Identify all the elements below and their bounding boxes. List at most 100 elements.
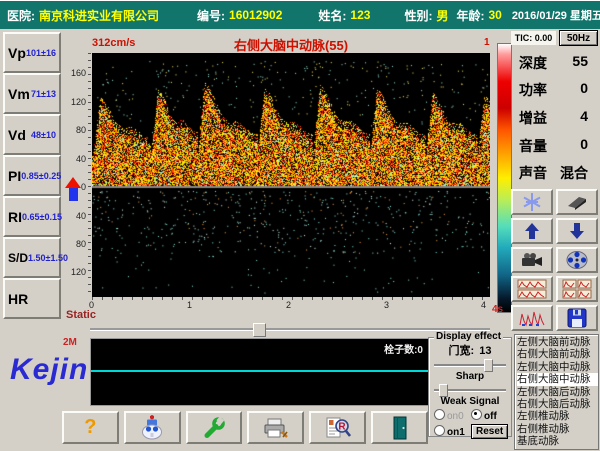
gate-width-label: 门宽:	[449, 345, 475, 357]
display-effect-panel: Display effect 门宽:13 Sharp Weak Signal o…	[428, 337, 512, 437]
brand-logo: Kejin	[10, 353, 88, 387]
radio-on0[interactable]: on0	[434, 409, 471, 422]
probe-icon	[566, 194, 588, 210]
time-scrollbar[interactable]	[90, 323, 490, 335]
radio-off-circle[interactable]	[471, 409, 482, 420]
print-button[interactable]	[247, 411, 304, 444]
exit-button[interactable]	[371, 411, 428, 444]
vm-value: 71±13	[31, 89, 56, 99]
baseline-marker[interactable]	[65, 177, 81, 203]
freeze-snowflake-icon	[522, 192, 542, 212]
freeze-button[interactable]	[511, 189, 553, 215]
pi-value: 0.85±0.25	[21, 171, 61, 181]
artery-item[interactable]: 右侧椎动脉	[517, 423, 598, 435]
hospital-value: 南京科进实业有限公司	[39, 7, 159, 24]
radio-off[interactable]: off	[471, 409, 508, 422]
arrow-up-icon	[524, 222, 540, 240]
artery-item[interactable]: 左侧大脑中动脉	[517, 361, 598, 373]
frequency-button[interactable]: 50Hz	[559, 30, 598, 46]
vd-label: Vd	[8, 127, 26, 143]
svg-text:R: R	[339, 421, 347, 432]
spectrum-wave-icon	[519, 309, 545, 327]
control-button-grid	[511, 189, 599, 331]
radio-on1-circle[interactable]	[434, 425, 445, 436]
volume-label: 音量	[519, 136, 547, 156]
reset-button[interactable]: Reset	[471, 424, 508, 439]
y-axis-tickmarks	[88, 53, 91, 297]
record-button[interactable]	[511, 247, 553, 273]
gender-value: 男	[436, 7, 448, 24]
param-box-sd: S/D 1.50±1.50	[3, 237, 61, 278]
y-tick: 120	[60, 97, 86, 107]
param-box-hr: HR	[3, 278, 61, 319]
mmode-trace-line	[91, 370, 428, 372]
radio-on1[interactable]: on1	[434, 425, 471, 438]
arrow-down-icon	[569, 222, 585, 240]
quad-trace-button[interactable]	[556, 276, 598, 302]
y-tick: 40	[60, 211, 86, 221]
x-tick: 1	[187, 300, 192, 310]
patient-info-button[interactable]	[124, 411, 181, 444]
spectrum-display-button[interactable]	[511, 305, 553, 331]
print-icon	[262, 416, 290, 440]
slider-thumb[interactable]	[439, 384, 448, 397]
sharp-label: Sharp	[429, 371, 511, 383]
artery-item-selected[interactable]: 右侧大脑中动脉	[517, 373, 598, 385]
scrollbar-thumb[interactable]	[253, 323, 266, 337]
static-mode-label: Static	[66, 309, 96, 321]
patient-name-label: 姓名:	[318, 7, 346, 24]
artery-item[interactable]: 左侧椎动脉	[517, 410, 598, 422]
spectrum-panel	[92, 53, 490, 297]
bottom-toolbar: ? R	[62, 411, 428, 444]
camera-icon	[520, 252, 544, 268]
sd-value: 1.50±1.50	[28, 253, 68, 263]
gender-label: 性别:	[404, 7, 432, 24]
vd-value: 48±10	[31, 130, 56, 140]
gain-label: 增益	[519, 108, 547, 128]
depth-up-button[interactable]	[511, 218, 553, 244]
y-tick: 40	[60, 154, 86, 164]
y-tick: 80	[60, 239, 86, 249]
save-button[interactable]	[556, 305, 598, 331]
radio-on0-circle[interactable]	[434, 409, 445, 420]
baseline-handle	[69, 188, 78, 201]
setup-wrench-icon	[202, 416, 226, 440]
artery-item[interactable]: 左侧大脑后动脉	[517, 386, 598, 398]
help-button[interactable]: ?	[62, 411, 119, 444]
hospital-label: 医院:	[7, 7, 35, 24]
x-tick: 3	[384, 300, 389, 310]
mmode-label: 2M	[63, 337, 77, 348]
film-reel-icon	[566, 250, 588, 270]
sharp-slider[interactable]	[434, 384, 506, 395]
depth-label: 深度	[519, 53, 547, 73]
vp-label: Vp	[8, 45, 26, 61]
sd-label: S/D	[8, 251, 28, 265]
scrollbar-track[interactable]	[90, 328, 490, 330]
patient-id-label: 编号:	[197, 7, 225, 24]
slider-track[interactable]	[434, 364, 506, 366]
param-box-vd: Vd 48±10	[3, 114, 61, 155]
report-button[interactable]: R	[309, 411, 366, 444]
age-value: 30	[488, 8, 501, 22]
probe-button[interactable]	[556, 189, 598, 215]
patient-name-value: 123	[350, 8, 370, 22]
quad-trace-icon	[562, 279, 592, 299]
gate-width-slider[interactable]	[434, 359, 506, 370]
header-bar: 医院: 南京科进实业有限公司 编号: 16012902 姓名: 123 性别: …	[0, 1, 600, 29]
artery-item[interactable]: 左侧大脑前动脉	[517, 336, 598, 348]
artery-item[interactable]: 右侧大脑后动脉	[517, 398, 598, 410]
save-floppy-icon	[567, 308, 587, 328]
volume-value: 0	[580, 136, 588, 156]
ri-value: 0.65±0.15	[22, 212, 62, 222]
artery-item[interactable]: 右侧大脑前动脉	[517, 348, 598, 360]
playback-button[interactable]	[556, 247, 598, 273]
tcd-app-window: 医院: 南京科进实业有限公司 编号: 16012902 姓名: 123 性别: …	[0, 0, 600, 451]
depth-down-button[interactable]	[556, 218, 598, 244]
dual-trace-button[interactable]	[511, 276, 553, 302]
param-box-vm: Vm 71±13	[3, 73, 61, 114]
artery-item[interactable]: 基底动脉	[517, 435, 598, 447]
param-box-ri: RI 0.65±0.15	[3, 196, 61, 237]
sound-value: 混合	[560, 163, 588, 183]
setup-button[interactable]	[186, 411, 243, 444]
slider-thumb[interactable]	[484, 359, 493, 372]
